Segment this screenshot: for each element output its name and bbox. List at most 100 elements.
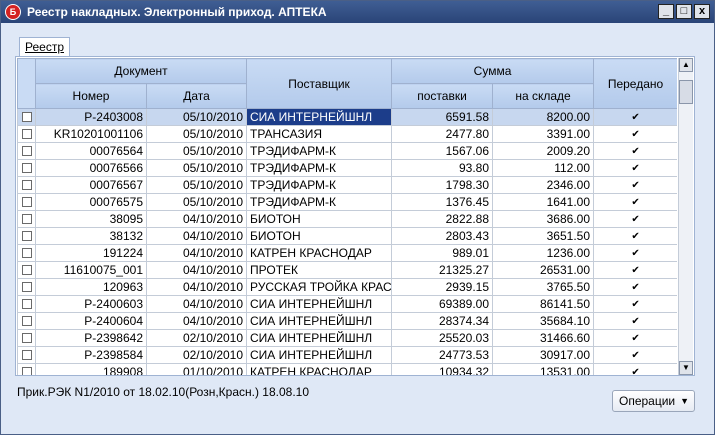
cell-supplier[interactable]: ТРАНСАЗИЯ bbox=[246, 125, 393, 143]
cell-supplier[interactable]: БИОТОН bbox=[246, 210, 393, 228]
cell-date[interactable]: 04/10/2010 bbox=[145, 227, 248, 245]
cell-date[interactable]: 05/10/2010 bbox=[145, 193, 248, 211]
cell-number[interactable]: 11610075_001 bbox=[35, 261, 147, 279]
checkbox-icon[interactable] bbox=[21, 129, 32, 140]
checkbox-icon[interactable] bbox=[21, 180, 32, 191]
operations-button[interactable]: Операции ▼ bbox=[612, 390, 695, 412]
checkbox-icon[interactable] bbox=[21, 316, 32, 327]
cell-date[interactable]: 01/10/2010 bbox=[145, 363, 248, 375]
close-button[interactable]: x bbox=[694, 4, 710, 19]
cell-number[interactable]: 189908 bbox=[35, 363, 147, 375]
checkmark-icon[interactable]: ✔ bbox=[630, 180, 641, 191]
cell-delivery-sum[interactable]: 6591.58 bbox=[391, 108, 494, 126]
cell-transferred[interactable]: ✔ bbox=[593, 363, 677, 375]
checkbox-icon[interactable] bbox=[21, 231, 32, 242]
table-row[interactable]: 189908 01/10/2010 КАТРЕН КРАСНОДАР 10934.32… bbox=[17, 363, 677, 375]
cell-stock-sum[interactable]: 3391.00 bbox=[492, 125, 595, 143]
checkbox-icon[interactable] bbox=[21, 214, 32, 225]
cell-supplier[interactable]: СИА ИНТЕРНЕЙШНЛ bbox=[246, 108, 393, 126]
cell-delivery-sum[interactable]: 28374.34 bbox=[391, 312, 494, 330]
cell-supplier[interactable]: РУССКАЯ ТРОЙКА КРАС bbox=[246, 278, 393, 296]
cell-supplier[interactable]: ТРЭДИФАРМ-К bbox=[246, 193, 393, 211]
cell-date[interactable]: 04/10/2010 bbox=[145, 312, 248, 330]
scroll-up-icon[interactable]: ▲ bbox=[679, 58, 693, 72]
minimize-button[interactable]: _ bbox=[658, 4, 674, 19]
cell-stock-sum[interactable]: 2346.00 bbox=[492, 176, 595, 194]
cell-date[interactable]: 05/10/2010 bbox=[145, 108, 248, 126]
checkmark-icon[interactable]: ✔ bbox=[630, 214, 641, 225]
cell-stock-sum[interactable]: 1641.00 bbox=[492, 193, 595, 211]
cell-date[interactable]: 04/10/2010 bbox=[145, 210, 248, 228]
cell-delivery-sum[interactable]: 10934.32 bbox=[391, 363, 494, 375]
cell-supplier[interactable]: ТРЭДИФАРМ-К bbox=[246, 176, 393, 194]
cell-delivery-sum[interactable]: 989.01 bbox=[391, 244, 494, 262]
table-row[interactable]: 191224 04/10/2010 КАТРЕН КРАСНОДАР 989.01 12… bbox=[17, 244, 677, 262]
row-select-checkbox[interactable] bbox=[17, 176, 36, 194]
cell-stock-sum[interactable]: 3765.50 bbox=[492, 278, 595, 296]
cell-transferred[interactable]: ✔ bbox=[593, 261, 677, 279]
table-row[interactable]: Р-2400604 04/10/2010 СИА ИНТЕРНЕЙШНЛ 28374.… bbox=[17, 312, 677, 330]
cell-delivery-sum[interactable]: 2477.80 bbox=[391, 125, 494, 143]
table-row[interactable]: 38095 04/10/2010 БИОТОН 2822.88 3686.00 ✔ bbox=[17, 210, 677, 228]
checkmark-icon[interactable]: ✔ bbox=[630, 112, 641, 123]
checkmark-icon[interactable]: ✔ bbox=[630, 146, 641, 157]
header-supplier[interactable]: Поставщик bbox=[246, 58, 393, 109]
tab-registry[interactable]: Реестр bbox=[19, 37, 70, 57]
cell-transferred[interactable]: ✔ bbox=[593, 210, 677, 228]
cell-stock-sum[interactable]: 13531.00 bbox=[492, 363, 595, 375]
header-transferred[interactable]: Передано bbox=[593, 58, 677, 109]
row-select-checkbox[interactable] bbox=[17, 210, 36, 228]
cell-transferred[interactable]: ✔ bbox=[593, 125, 677, 143]
row-select-checkbox[interactable] bbox=[17, 363, 36, 375]
checkmark-icon[interactable]: ✔ bbox=[630, 129, 641, 140]
checkmark-icon[interactable]: ✔ bbox=[630, 333, 641, 344]
row-select-checkbox[interactable] bbox=[17, 108, 36, 126]
cell-date[interactable]: 04/10/2010 bbox=[145, 244, 248, 262]
app-logo-icon[interactable]: Б bbox=[5, 4, 21, 20]
title-bar[interactable]: Б Реестр накладных. Электронный приход. … bbox=[1, 1, 714, 23]
cell-delivery-sum[interactable]: 2939.15 bbox=[391, 278, 494, 296]
row-select-checkbox[interactable] bbox=[17, 295, 36, 313]
cell-supplier[interactable]: БИОТОН bbox=[246, 227, 393, 245]
table-row[interactable]: Р-2398584 02/10/2010 СИА ИНТЕРНЕЙШНЛ 24773.… bbox=[17, 346, 677, 364]
row-select-checkbox[interactable] bbox=[17, 193, 36, 211]
checkmark-icon[interactable]: ✔ bbox=[630, 265, 641, 276]
row-select-checkbox[interactable] bbox=[17, 125, 36, 143]
cell-transferred[interactable]: ✔ bbox=[593, 176, 677, 194]
cell-number[interactable]: 00076566 bbox=[35, 159, 147, 177]
header-delivery[interactable]: поставки bbox=[391, 83, 494, 109]
cell-supplier[interactable]: ПРОТЕК bbox=[246, 261, 393, 279]
row-select-checkbox[interactable] bbox=[17, 278, 36, 296]
cell-stock-sum[interactable]: 86141.50 bbox=[492, 295, 595, 313]
checkbox-icon[interactable] bbox=[21, 367, 32, 375]
cell-transferred[interactable]: ✔ bbox=[593, 108, 677, 126]
checkbox-icon[interactable] bbox=[21, 146, 32, 157]
cell-stock-sum[interactable]: 8200.00 bbox=[492, 108, 595, 126]
cell-transferred[interactable]: ✔ bbox=[593, 295, 677, 313]
cell-number[interactable]: 191224 bbox=[35, 244, 147, 262]
cell-stock-sum[interactable]: 31466.60 bbox=[492, 329, 595, 347]
cell-delivery-sum[interactable]: 69389.00 bbox=[391, 295, 494, 313]
cell-transferred[interactable]: ✔ bbox=[593, 142, 677, 160]
cell-date[interactable]: 05/10/2010 bbox=[145, 125, 248, 143]
cell-transferred[interactable]: ✔ bbox=[593, 346, 677, 364]
row-select-checkbox[interactable] bbox=[17, 329, 36, 347]
cell-supplier[interactable]: СИА ИНТЕРНЕЙШНЛ bbox=[246, 346, 393, 364]
header-stock[interactable]: на складе bbox=[492, 83, 595, 109]
checkmark-icon[interactable]: ✔ bbox=[630, 197, 641, 208]
cell-transferred[interactable]: ✔ bbox=[593, 193, 677, 211]
cell-number[interactable]: 00076567 bbox=[35, 176, 147, 194]
cell-number[interactable]: 120963 bbox=[35, 278, 147, 296]
cell-delivery-sum[interactable]: 1798.30 bbox=[391, 176, 494, 194]
checkbox-icon[interactable] bbox=[21, 197, 32, 208]
cell-transferred[interactable]: ✔ bbox=[593, 278, 677, 296]
cell-stock-sum[interactable]: 3686.00 bbox=[492, 210, 595, 228]
cell-supplier[interactable]: СИА ИНТЕРНЕЙШНЛ bbox=[246, 329, 393, 347]
cell-date[interactable]: 02/10/2010 bbox=[145, 346, 248, 364]
table-row[interactable]: KR10201001106 05/10/2010 ТРАНСАЗИЯ 2477.80 3… bbox=[17, 125, 677, 143]
table-row[interactable]: 00076567 05/10/2010 ТРЭДИФАРМ-К 1798.30 2346… bbox=[17, 176, 677, 194]
cell-stock-sum[interactable]: 26531.00 bbox=[492, 261, 595, 279]
cell-delivery-sum[interactable]: 25520.03 bbox=[391, 329, 494, 347]
row-select-checkbox[interactable] bbox=[17, 142, 36, 160]
table-row[interactable]: Р-2400603 04/10/2010 СИА ИНТЕРНЕЙШНЛ 69389.… bbox=[17, 295, 677, 313]
